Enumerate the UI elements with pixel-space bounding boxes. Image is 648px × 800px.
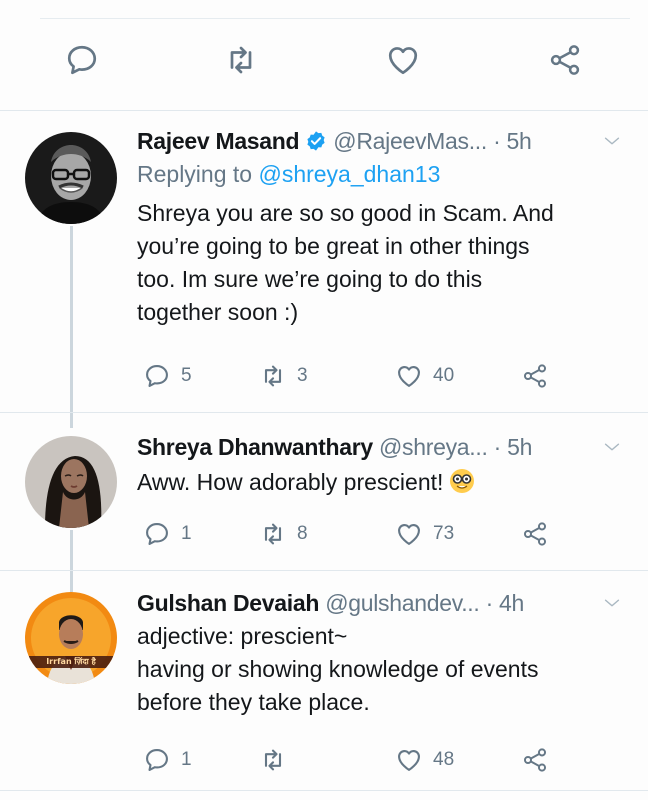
- retweet-button[interactable]: [259, 746, 297, 774]
- timestamp[interactable]: 4h: [499, 590, 524, 616]
- separator-dot: ·: [485, 590, 494, 616]
- reply-button[interactable]: 1: [143, 520, 192, 548]
- chevron-down-icon[interactable]: [601, 130, 623, 157]
- tweet-text-line: having or showing knowledge of events: [137, 656, 539, 682]
- like-icon[interactable]: [385, 42, 421, 83]
- retweet-icon: [259, 746, 287, 774]
- tweet-text: Aww. How adorably prescient!: [137, 466, 637, 503]
- like-count: 48: [433, 749, 455, 770]
- share-icon: [521, 362, 549, 390]
- share-button[interactable]: [521, 746, 549, 774]
- tweet-actions: 1 48: [137, 746, 637, 778]
- reply-count: 1: [181, 523, 192, 544]
- parent-tweet-actions: [0, 42, 648, 92]
- tweet-actions: 5 3 40: [137, 362, 637, 394]
- reply-button[interactable]: 5: [143, 362, 192, 390]
- author-handle[interactable]: @gulshandev...: [325, 590, 480, 616]
- reply-icon: [143, 362, 171, 390]
- retweet-icon: [259, 362, 287, 390]
- tweet-text-line: you’re going to be great in other things: [137, 233, 530, 259]
- separator-dot: ·: [493, 128, 501, 154]
- avatar[interactable]: Irrfan ज़िंदा है: [25, 592, 117, 684]
- tweet[interactable]: Shreya Dhanwanthary @shreya... · 5h Aww.…: [137, 432, 637, 503]
- author-name[interactable]: Shreya Dhanwanthary: [137, 434, 373, 460]
- thread-line: [70, 226, 73, 428]
- tweet-text: Shreya you are so so good in Scam. And y…: [137, 197, 637, 329]
- like-icon: [395, 746, 423, 774]
- avatar[interactable]: [25, 436, 117, 528]
- replying-to: Replying to @shreya_dhan13: [137, 159, 637, 189]
- author-handle[interactable]: @RajeevMas...: [333, 128, 487, 154]
- retweet-icon: [259, 520, 287, 548]
- tweet[interactable]: Rajeev Masand @RajeevMas... · 5h Replying…: [137, 126, 637, 329]
- retweet-count: 3: [297, 365, 308, 386]
- retweet-button[interactable]: 3: [259, 362, 308, 390]
- verified-badge-icon: [305, 129, 327, 159]
- mention-link[interactable]: @shreya_dhan13: [258, 161, 440, 187]
- share-icon[interactable]: [547, 42, 583, 83]
- like-count: 73: [433, 523, 455, 544]
- reply-count: 1: [181, 749, 192, 770]
- tweet-text-line: before they take place.: [137, 689, 370, 715]
- tweet-text-line: Aww. How adorably prescient!: [137, 469, 444, 495]
- reply-icon: [143, 746, 171, 774]
- share-button[interactable]: [521, 520, 549, 548]
- like-icon: [395, 362, 423, 390]
- timestamp[interactable]: 5h: [507, 128, 532, 154]
- tweet-text-line: Shreya you are so so good in Scam. And: [137, 200, 554, 226]
- avatar-caption: Irrfan ज़िंदा है: [46, 657, 96, 666]
- tweet-text-line: together soon :): [137, 299, 299, 325]
- separator-dot: ·: [493, 434, 502, 460]
- divider: [0, 110, 648, 111]
- reply-button[interactable]: 1: [143, 746, 192, 774]
- reply-count: 5: [181, 365, 192, 386]
- share-button[interactable]: [521, 362, 549, 390]
- divider: [0, 790, 648, 791]
- avatar[interactable]: [25, 132, 117, 224]
- tweet-text: adjective: prescient~ having or showing …: [137, 620, 637, 719]
- timestamp[interactable]: 5h: [507, 434, 532, 460]
- share-icon: [521, 520, 549, 548]
- share-icon: [521, 746, 549, 774]
- chevron-down-icon[interactable]: [601, 592, 623, 619]
- like-button[interactable]: 40: [395, 362, 454, 390]
- tweet-actions: 1 8 73: [137, 520, 637, 552]
- chevron-down-icon[interactable]: [601, 436, 623, 463]
- retweet-icon[interactable]: [223, 42, 259, 83]
- like-button[interactable]: 48: [395, 746, 454, 774]
- divider: [0, 570, 648, 571]
- author-name[interactable]: Gulshan Devaiah: [137, 590, 319, 616]
- author-handle[interactable]: @shreya...: [379, 434, 488, 460]
- like-count: 40: [433, 365, 455, 386]
- nerd-face-emoji-icon: [449, 468, 475, 503]
- tweet-text-line: too. Im sure we’re going to do this: [137, 266, 483, 292]
- replying-label: Replying to: [137, 161, 253, 187]
- reply-icon[interactable]: [64, 42, 100, 83]
- reply-icon: [143, 520, 171, 548]
- author-name[interactable]: Rajeev Masand: [137, 128, 300, 154]
- tweet[interactable]: Gulshan Devaiah @gulshandev... · 4h adje…: [137, 588, 637, 719]
- thread-line: [70, 530, 73, 592]
- tweet-text-line: adjective: prescient~: [137, 623, 348, 649]
- retweet-count: 8: [297, 523, 308, 544]
- divider: [0, 412, 648, 413]
- like-icon: [395, 520, 423, 548]
- top-divider: [40, 18, 630, 19]
- like-button[interactable]: 73: [395, 520, 454, 548]
- retweet-button[interactable]: 8: [259, 520, 308, 548]
